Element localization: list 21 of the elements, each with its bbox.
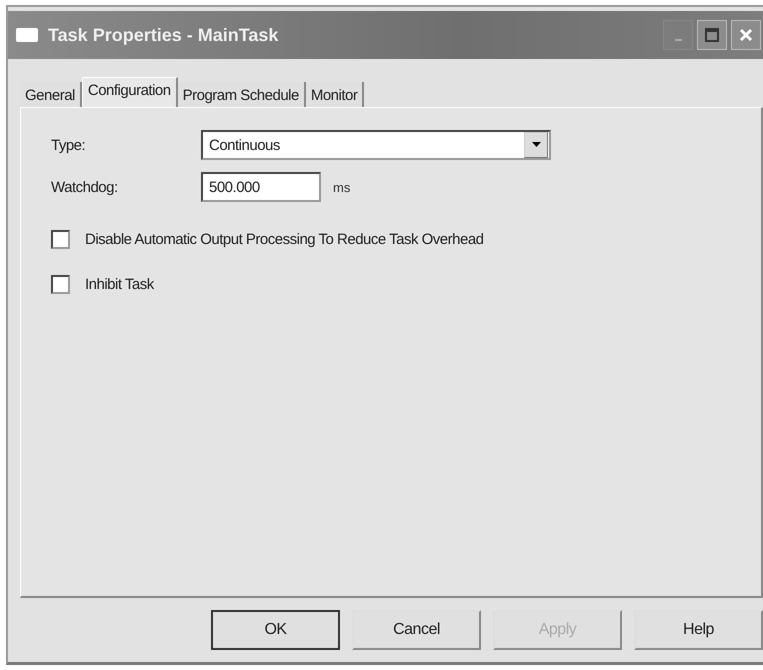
dialog-button[interactable]: Cancel	[352, 610, 481, 650]
checkbox[interactable]	[51, 230, 70, 248]
close-icon	[738, 27, 754, 43]
unit-label: ms	[333, 180, 350, 194]
dropdown-arrow-icon	[532, 142, 540, 148]
checkbox[interactable]	[51, 274, 70, 294]
maximize-icon	[704, 27, 720, 43]
dialog-button[interactable]: Help	[634, 610, 763, 650]
tab[interactable]: Configuration	[82, 77, 178, 107]
checkbox-label: Inhibit Task	[85, 276, 154, 292]
watchdog-input[interactable]: 500.000	[201, 172, 321, 202]
maximize-button[interactable]	[697, 20, 727, 50]
minimize-icon	[674, 39, 682, 41]
window-title: Task Properties - MainTask	[48, 24, 280, 46]
field-label: Type:	[51, 136, 86, 154]
type-dropdown[interactable]: Continuous	[201, 130, 551, 160]
window-icon	[16, 28, 38, 42]
close-button[interactable]	[731, 20, 761, 50]
checkbox-label: Disable Automatic Output Processing To Reduce Task Overhead	[85, 230, 484, 248]
dialog-button[interactable]: OK	[211, 610, 340, 650]
field-label: Watchdog:	[51, 178, 119, 196]
